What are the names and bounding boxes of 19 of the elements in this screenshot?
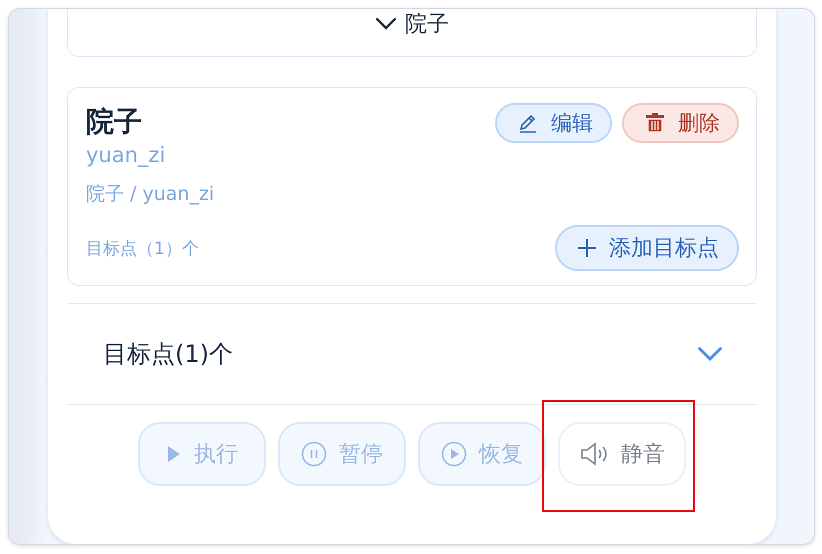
pause-icon xyxy=(301,441,327,467)
area-title: 院子 xyxy=(86,104,143,140)
target-count: 目标点（1）个 xyxy=(86,238,199,260)
mute-button[interactable]: 静音 xyxy=(558,422,686,486)
play-circle-icon xyxy=(441,441,467,467)
play-icon xyxy=(166,444,182,464)
delete-button[interactable]: 删除 xyxy=(622,103,739,143)
chevron-icon xyxy=(375,17,397,31)
plus-icon xyxy=(577,238,597,258)
chevron-icon xyxy=(697,346,723,362)
edit-button[interactable]: 编辑 xyxy=(495,103,612,143)
pencil-icon xyxy=(517,112,539,134)
targets-accordion[interactable]: 目标点(1)个 xyxy=(67,304,757,404)
speaker-icon xyxy=(579,441,609,467)
area-code: yuan_zi xyxy=(86,143,166,167)
trash-icon xyxy=(644,112,666,134)
add-target-button[interactable]: 添加目标点 xyxy=(555,225,739,271)
area-path: 院子 / yuan_zi xyxy=(86,182,216,207)
section-toggle[interactable]: 院子 xyxy=(375,13,449,35)
